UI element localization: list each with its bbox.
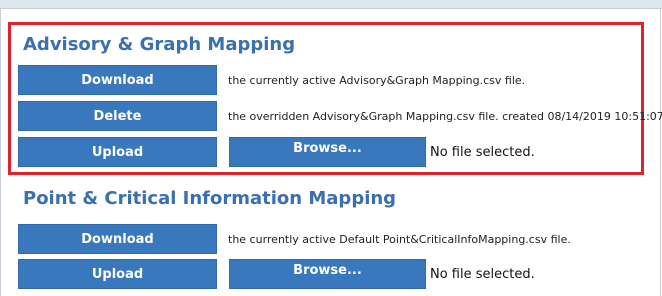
panel-header-strip <box>0 0 662 8</box>
delete-advisory-button[interactable]: Delete <box>18 101 217 131</box>
section-title-advisory-graph: Advisory & Graph Mapping <box>23 34 296 55</box>
download-advisory-description: the currently active Advisory&Graph Mapp… <box>228 74 526 87</box>
panel-left-border <box>0 8 1 296</box>
download-point-critical-description: the currently active Default Point&Criti… <box>228 233 571 246</box>
advisory-file-status: No file selected. <box>430 145 535 160</box>
upload-advisory-button[interactable]: Upload <box>18 137 217 167</box>
panel-right-border <box>660 8 661 296</box>
download-advisory-button[interactable]: Download <box>18 65 217 95</box>
panel-top-border <box>0 8 662 9</box>
point-critical-file-status: No file selected. <box>430 267 535 282</box>
upload-point-critical-button[interactable]: Upload <box>18 259 217 289</box>
browse-advisory-button[interactable]: Browse... <box>229 137 426 167</box>
download-point-critical-button[interactable]: Download <box>18 224 217 254</box>
section-title-point-critical: Point & Critical Information Mapping <box>23 188 397 209</box>
browse-point-critical-button[interactable]: Browse... <box>229 259 426 289</box>
delete-advisory-description: the overridden Advisory&Graph Mapping.cs… <box>228 110 662 123</box>
